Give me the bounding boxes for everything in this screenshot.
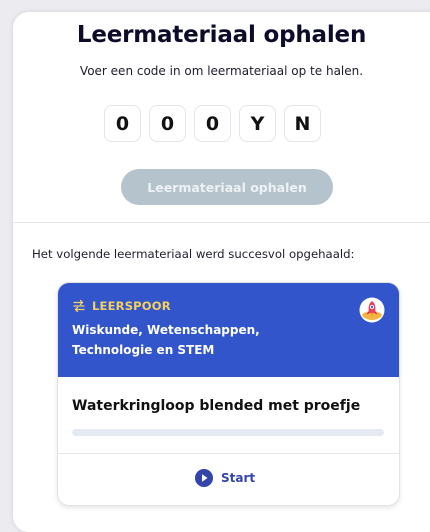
learning-path-icon (73, 299, 85, 313)
code-char-3[interactable]: 0 (194, 105, 231, 142)
page-subtitle: Voer een code in om leermateriaal op te … (79, 64, 364, 78)
result-message: Het volgende leermateriaal werd succesvo… (32, 247, 355, 261)
learning-path-badge: LEERSPOOR (72, 299, 171, 313)
card-header: LEERSPOOR Wiskunde, Wetenschappen, Techn… (58, 283, 399, 377)
material-card[interactable]: LEERSPOOR Wiskunde, Wetenschappen, Techn… (57, 282, 400, 506)
code-char-4[interactable]: Y (239, 105, 276, 142)
start-label: Start (221, 471, 256, 485)
card-subject: Wiskunde, Wetenschappen, Technologie en … (72, 323, 260, 357)
code-char-5[interactable]: N (284, 105, 321, 142)
card-divider (58, 453, 399, 454)
rocket-avatar-icon (359, 297, 385, 323)
play-icon (195, 469, 213, 487)
code-input-row: 0 0 0 Y N (104, 105, 321, 142)
code-char-1[interactable]: 0 (104, 105, 141, 142)
fetch-material-button[interactable]: Leermateriaal ophalen (121, 169, 333, 205)
card-title: Waterkringloop blended met proefje (72, 398, 361, 414)
section-divider (13, 222, 430, 223)
code-char-2[interactable]: 0 (149, 105, 186, 142)
badge-label: LEERSPOOR (92, 299, 171, 313)
progress-bar (72, 429, 384, 436)
page-title: Leermateriaal ophalen (76, 22, 367, 48)
start-button[interactable]: Start (195, 469, 255, 487)
